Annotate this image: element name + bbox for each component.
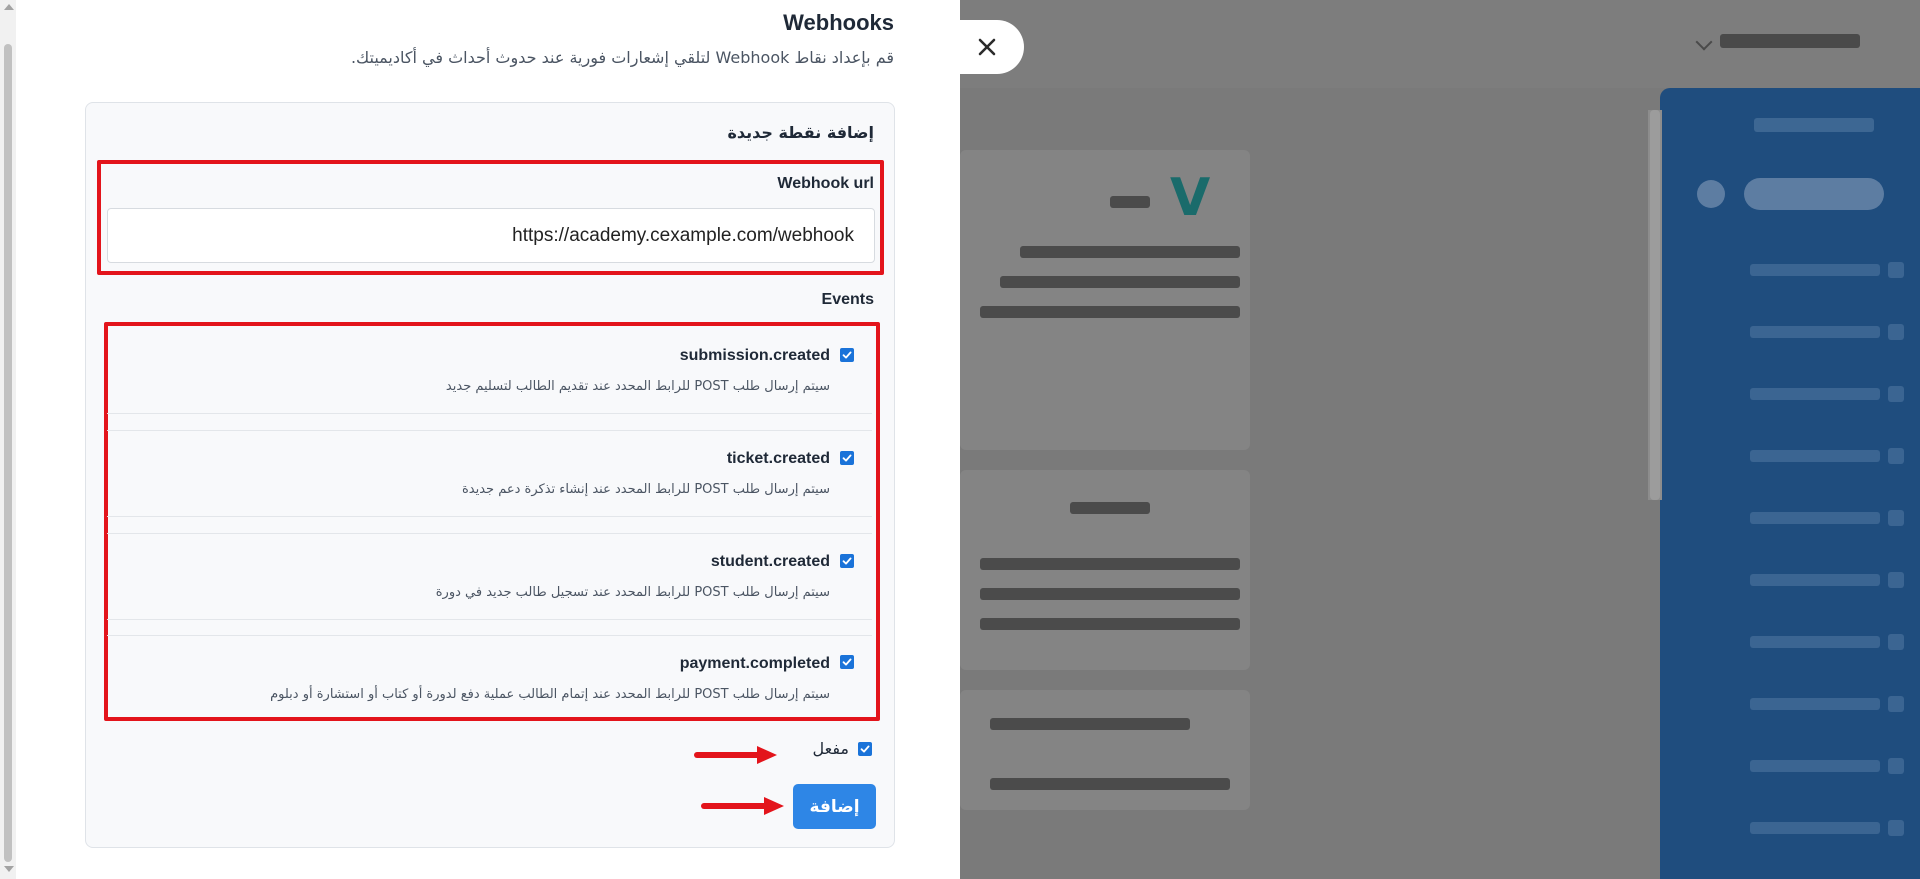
checkmark-icon (842, 351, 852, 359)
drawer-title: Webhooks (783, 10, 894, 35)
background-sidebar-icon (1888, 696, 1904, 712)
close-icon (978, 38, 996, 56)
events-label: Events (821, 291, 874, 308)
checkmark-icon (842, 557, 852, 565)
background-sidebar-icon (1888, 572, 1904, 588)
background-text (980, 588, 1240, 600)
background-text (980, 306, 1240, 318)
checkmark-icon (842, 454, 852, 462)
close-button[interactable] (950, 20, 1024, 74)
arrow-right-icon (694, 746, 777, 764)
checkmark-icon (842, 658, 852, 666)
add-webhook-button[interactable]: إضافة (793, 784, 876, 829)
background-sidebar (1660, 88, 1920, 879)
background-menu-text (1720, 34, 1860, 48)
arrow-right-icon (701, 797, 784, 815)
background-sidebar-item (1750, 512, 1880, 524)
background-card (960, 690, 1250, 810)
background-topbar (960, 0, 1920, 88)
event-name: submission.created (679, 347, 830, 364)
event-checkbox[interactable] (840, 554, 854, 568)
background-logo-icon: V (1170, 168, 1211, 228)
background-text (980, 618, 1240, 630)
background-app-overlay: V (960, 0, 1920, 879)
background-sidebar-circle (1697, 180, 1725, 208)
event-name: payment.completed (679, 655, 830, 672)
scroll-up-arrow-icon[interactable] (4, 4, 14, 10)
background-sidebar-title (1754, 118, 1874, 132)
background-text (1070, 502, 1150, 514)
add-webhook-form: إضافة نقطة جديدة Webhook url Events subm… (85, 102, 895, 848)
background-sidebar-icon (1888, 262, 1904, 278)
background-text (1020, 246, 1240, 258)
background-sidebar-item (1750, 574, 1880, 586)
divider (107, 430, 872, 431)
scroll-down-arrow-icon[interactable] (4, 866, 14, 872)
event-item: payment.completed سيتم إرسال طلب POST لل… (107, 638, 872, 710)
background-sidebar-item (1750, 450, 1880, 462)
background-sidebar-pill (1744, 178, 1884, 210)
event-name: student.created (710, 553, 830, 570)
event-name: ticket.created (726, 450, 830, 467)
divider (107, 635, 872, 636)
event-description: سيتم إرسال طلب POST للرابط المحدد عند تق… (445, 379, 830, 394)
enabled-label: مفعل (812, 739, 850, 758)
background-sidebar-item (1750, 264, 1880, 276)
event-item: ticket.created سيتم إرسال طلب POST للراب… (107, 433, 872, 517)
event-checkbox[interactable] (840, 655, 854, 669)
background-sidebar-item (1750, 326, 1880, 338)
background-text (1000, 276, 1240, 288)
background-sidebar-item (1750, 636, 1880, 648)
event-item: student.created سيتم إرسال طلب POST للرا… (107, 536, 872, 620)
background-sidebar-item (1750, 760, 1880, 772)
drawer-scrollbar-thumb[interactable] (4, 44, 12, 862)
background-sidebar-item (1750, 822, 1880, 834)
event-description: سيتم إرسال طلب POST للرابط المحدد عند إت… (270, 687, 830, 702)
background-text (990, 718, 1190, 730)
background-chevron-icon (1695, 33, 1713, 51)
divider (107, 533, 872, 534)
background-sidebar-icon (1888, 386, 1904, 402)
background-text (990, 778, 1230, 790)
background-sidebar-icon (1888, 448, 1904, 464)
webhook-url-label: Webhook url (777, 175, 874, 192)
background-sidebar-icon (1888, 758, 1904, 774)
event-item: submission.created سيتم إرسال طلب POST ل… (107, 333, 872, 414)
webhook-url-input[interactable] (107, 208, 875, 263)
enabled-checkbox[interactable] (858, 742, 872, 756)
background-sidebar-item (1750, 388, 1880, 400)
event-description: سيتم إرسال طلب POST للرابط المحدد عند تس… (435, 585, 830, 600)
background-card (960, 470, 1250, 670)
webhooks-drawer: Webhooks قم بإعداد نقاط Webhook لتلقي إش… (0, 0, 960, 879)
background-scrollbar-thumb (1650, 110, 1660, 500)
background-sidebar-icon (1888, 634, 1904, 650)
background-sidebar-item (1750, 698, 1880, 710)
form-heading: إضافة نقطة جديدة (727, 123, 874, 142)
drawer-subtitle: قم بإعداد نقاط Webhook لتلقي إشعارات فور… (350, 48, 894, 67)
background-text (1110, 196, 1150, 208)
background-text (980, 558, 1240, 570)
checkmark-icon (860, 745, 870, 753)
event-description: سيتم إرسال طلب POST للرابط المحدد عند إن… (461, 482, 830, 497)
event-checkbox[interactable] (840, 348, 854, 362)
background-sidebar-icon (1888, 510, 1904, 526)
background-sidebar-icon (1888, 324, 1904, 340)
event-checkbox[interactable] (840, 451, 854, 465)
background-sidebar-icon (1888, 820, 1904, 836)
